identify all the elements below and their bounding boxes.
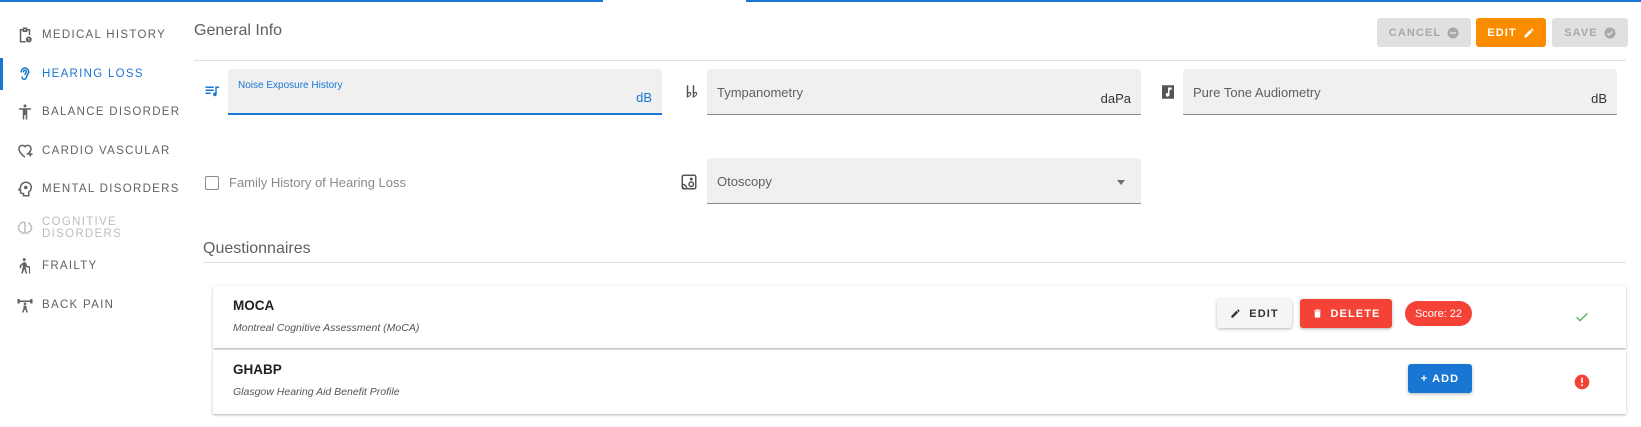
questionnaire-name: MOCA <box>233 298 275 313</box>
top-accent-bar <box>0 0 1641 2</box>
sidebar-item-cardio-vascular[interactable]: CARDIO VASCULAR <box>0 132 185 171</box>
sidebar-item-hearing-loss[interactable]: HEARING LOSS <box>0 55 185 94</box>
pencil-icon <box>1231 309 1240 318</box>
trash-icon <box>1313 309 1321 318</box>
delete-questionnaire-label: DELETE <box>1330 307 1381 320</box>
edit-button[interactable]: EDIT <box>1476 18 1546 47</box>
sidebar-item-medical-history[interactable]: MEDICAL HISTORY <box>0 16 185 55</box>
sidebar-item-label: BALANCE DISORDER <box>42 106 181 119</box>
sidebar-item-label: HEARING LOSS <box>42 67 144 80</box>
family-history-checkbox[interactable] <box>205 176 219 190</box>
questionnaires-divider <box>203 262 1626 263</box>
otoscopy-label: Otoscopy <box>717 174 772 189</box>
pure-tone-audiometry-field[interactable]: Pure Tone Audiometry dB <box>1183 69 1617 115</box>
noise-exposure-field[interactable]: Noise Exposure History dB <box>228 69 662 115</box>
music-note-box-icon <box>1159 83 1177 101</box>
tympanometry-unit: daPa <box>1100 91 1131 106</box>
sidebar-item-label: COGNITIVE DISORDERS <box>42 215 123 240</box>
pure-tone-audiometry-label: Pure Tone Audiometry <box>1193 85 1321 100</box>
sidebar-item-label: FRAILTY <box>42 260 98 273</box>
alert-circle-icon <box>1574 374 1590 390</box>
edit-questionnaire-label: EDIT <box>1249 307 1279 320</box>
double-flat-icon <box>683 83 701 101</box>
person-standing-icon <box>16 103 34 121</box>
head-gear-icon <box>16 180 34 198</box>
sidebar: MEDICAL HISTORY HEARING LOSS BALANCE DIS… <box>0 16 185 324</box>
noise-exposure-unit: dB <box>636 90 652 105</box>
ear-icon <box>16 65 34 83</box>
cancel-button-label: CANCEL <box>1388 26 1442 39</box>
brain-icon <box>16 219 34 237</box>
cancel-button[interactable]: CANCEL <box>1377 18 1471 47</box>
questionnaires-title: Questionnaires <box>203 240 311 257</box>
edit-questionnaire-button[interactable]: EDIT <box>1217 299 1292 328</box>
questionnaire-name: GHABP <box>233 362 282 377</box>
edit-button-label: EDIT <box>1487 26 1517 39</box>
sidebar-item-back-pain[interactable]: BACK PAIN <box>0 286 185 325</box>
questionnaire-card-ghabp: GHABP Glasgow Hearing Aid Benefit Profil… <box>213 350 1626 414</box>
pencil-icon <box>1523 27 1535 39</box>
check-circle-icon <box>1604 27 1616 39</box>
weightlifter-icon <box>16 296 34 314</box>
pure-tone-audiometry-unit: dB <box>1591 91 1607 106</box>
score-badge: Score: 22 <box>1405 301 1472 326</box>
chevron-down-icon <box>1117 180 1125 185</box>
tympanometry-label: Tympanometry <box>717 85 803 100</box>
questionnaire-description: Glasgow Hearing Aid Benefit Profile <box>233 386 400 398</box>
family-history-label: Family History of Hearing Loss <box>229 175 406 190</box>
header-divider <box>194 60 1626 61</box>
page-title: General Info <box>194 22 283 39</box>
clipboard-clock-icon <box>16 26 34 44</box>
sidebar-item-label: BACK PAIN <box>42 298 115 311</box>
add-questionnaire-label: + ADD <box>1420 372 1460 385</box>
top-bar-gap <box>603 0 746 2</box>
music-list-icon <box>204 82 222 100</box>
questionnaire-description: Montreal Cognitive Assessment (MoCA) <box>233 322 420 334</box>
add-questionnaire-button[interactable]: + ADD <box>1408 364 1472 393</box>
otoscopy-select[interactable]: Otoscopy <box>707 158 1141 204</box>
check-icon <box>1574 309 1590 325</box>
delete-questionnaire-button[interactable]: DELETE <box>1300 299 1392 328</box>
noise-exposure-label: Noise Exposure History <box>238 80 343 91</box>
sidebar-item-label: MEDICAL HISTORY <box>42 29 167 42</box>
sidebar-item-label: MENTAL DISORDERS <box>42 183 180 196</box>
save-button[interactable]: SAVE <box>1552 18 1628 47</box>
tympanometry-field[interactable]: Tympanometry daPa <box>707 69 1141 115</box>
sidebar-item-mental-disorders[interactable]: MENTAL DISORDERS <box>0 170 185 209</box>
sidebar-item-balance-disorder[interactable]: BALANCE DISORDER <box>0 93 185 132</box>
cast-audio-icon <box>680 173 698 191</box>
sidebar-item-frailty[interactable]: FRAILTY <box>0 247 185 286</box>
sidebar-item-label: CARDIO VASCULAR <box>42 144 171 157</box>
sidebar-item-cognitive-disorders[interactable]: COGNITIVE DISORDERS <box>0 209 185 248</box>
heart-pulse-icon <box>16 142 34 160</box>
questionnaire-card-moca: MOCA Montreal Cognitive Assessment (MoCA… <box>213 286 1626 348</box>
minus-circle-icon <box>1447 27 1459 39</box>
save-button-label: SAVE <box>1564 26 1598 39</box>
person-cane-icon <box>16 257 34 275</box>
